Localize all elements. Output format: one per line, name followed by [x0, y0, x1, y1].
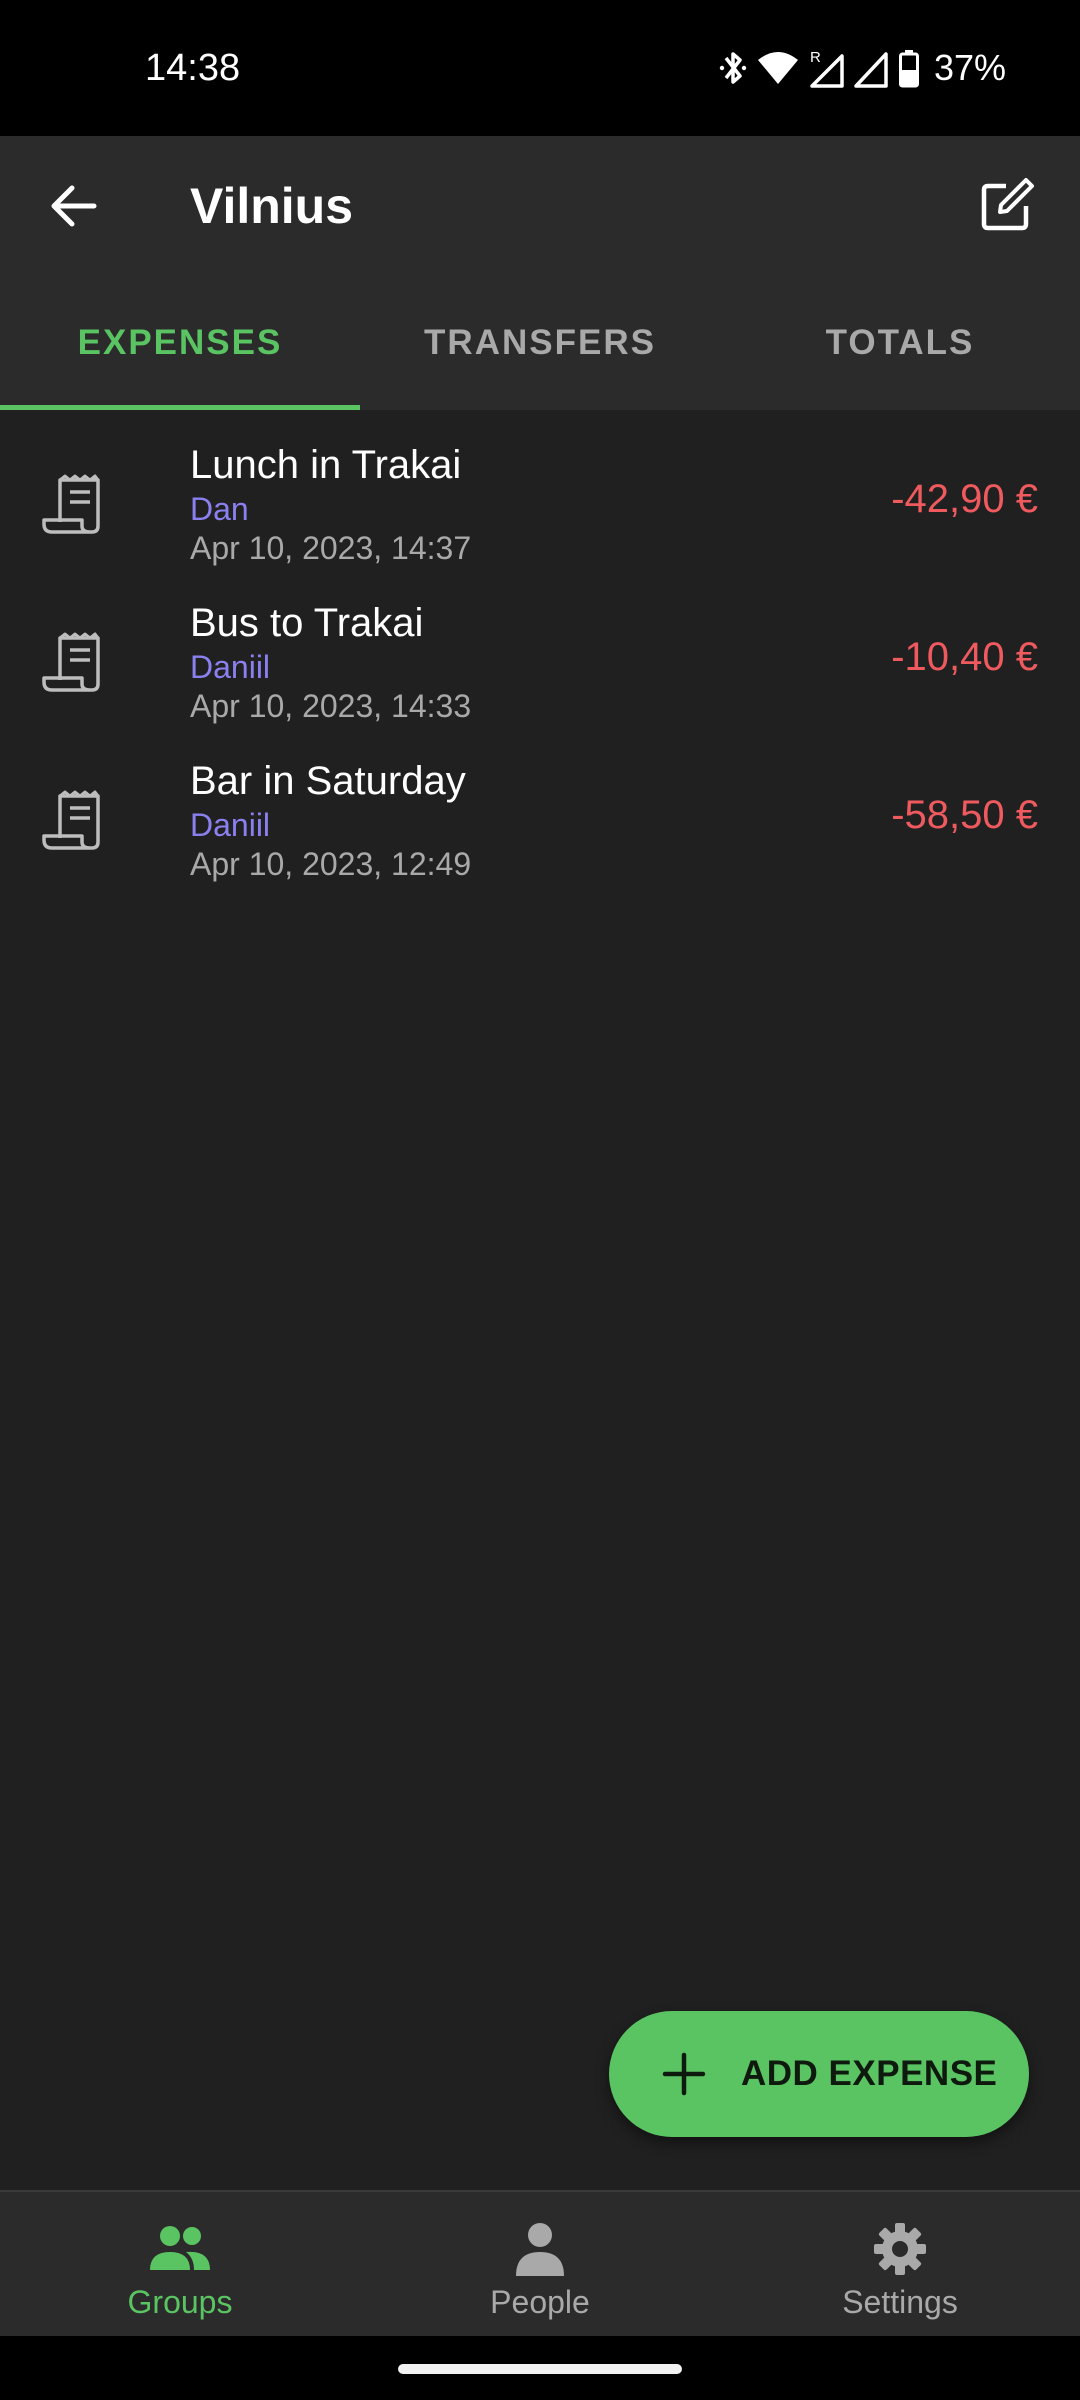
add-expense-label: ADD EXPENSE: [741, 2054, 998, 2093]
expense-amount: -58,50 €: [891, 793, 1038, 837]
bottom-navigation: Groups People Settings: [0, 2190, 1080, 2338]
back-button[interactable]: [38, 170, 110, 242]
expense-title: Bus to Trakai: [190, 601, 424, 645]
expense-list: Lunch in Trakai Dan Apr 10, 2023, 14:37 …: [0, 410, 1080, 914]
person-icon: [516, 2223, 564, 2276]
nav-item-groups[interactable]: Groups: [0, 2192, 360, 2338]
status-icons: R 37%: [718, 44, 1006, 92]
edit-group-button[interactable]: [970, 170, 1042, 242]
tab-bar: EXPENSES TRANSFERS TOTALS: [0, 276, 1080, 410]
gear-icon: [874, 2223, 926, 2275]
receipt-icon: [42, 790, 100, 850]
expense-date: Apr 10, 2023, 14:37: [190, 530, 472, 566]
nav-item-settings[interactable]: Settings: [720, 2192, 1080, 2338]
expense-item[interactable]: Bar in Saturday Daniil Apr 10, 2023, 12:…: [0, 756, 1080, 914]
app-screen: 14:38 R 37% Vilnius EXPENSES TRANSFERS T…: [0, 0, 1080, 2400]
arrow-back-icon: [51, 185, 97, 227]
status-time: 14:38: [145, 47, 241, 89]
tab-transfers[interactable]: TRANSFERS: [360, 276, 720, 410]
nav-label-people: People: [490, 2284, 590, 2320]
edit-icon: [981, 178, 1034, 231]
tab-expenses[interactable]: EXPENSES: [0, 276, 360, 410]
receipt-icon: [42, 632, 100, 692]
expense-date: Apr 10, 2023, 14:33: [190, 688, 472, 724]
groups-icon: [150, 2226, 210, 2270]
plus-icon: [662, 2052, 706, 2096]
nav-label-settings: Settings: [842, 2284, 958, 2320]
expense-title: Bar in Saturday: [190, 759, 466, 803]
expense-title: Lunch in Trakai: [190, 443, 462, 487]
tab-totals[interactable]: TOTALS: [720, 276, 1080, 410]
expense-details: Bus to Trakai Daniil Apr 10, 2023, 14:33: [190, 598, 471, 726]
gesture-bar: [0, 2336, 1080, 2400]
roaming-signal-icon: R: [810, 49, 844, 88]
receipt-icon: [42, 474, 100, 534]
home-gesture-handle[interactable]: [398, 2364, 682, 2374]
expense-payer: Dan: [190, 491, 249, 527]
expense-details: Lunch in Trakai Dan Apr 10, 2023, 14:37: [190, 440, 471, 568]
expense-item[interactable]: Bus to Trakai Daniil Apr 10, 2023, 14:33…: [0, 598, 1080, 756]
battery-percentage: 37%: [933, 47, 1006, 88]
bluetooth-icon: [719, 52, 747, 84]
nav-label-groups: Groups: [127, 2284, 233, 2320]
expense-amount: -10,40 €: [891, 635, 1038, 679]
page-title: Vilnius: [190, 178, 354, 234]
add-expense-button[interactable]: ADD EXPENSE: [609, 2011, 1029, 2137]
expense-item[interactable]: Lunch in Trakai Dan Apr 10, 2023, 14:37 …: [0, 440, 1080, 598]
expense-payer: Daniil: [190, 649, 271, 685]
battery-icon: [898, 50, 919, 88]
status-bar: 14:38 R 37%: [0, 0, 1080, 136]
expense-amount: -42,90 €: [891, 477, 1038, 521]
signal-icon: [854, 52, 888, 88]
expense-date: Apr 10, 2023, 12:49: [190, 846, 472, 882]
expense-payer: Daniil: [190, 807, 271, 843]
nav-item-people[interactable]: People: [360, 2192, 720, 2338]
app-bar: Vilnius: [0, 136, 1080, 276]
expense-details: Bar in Saturday Daniil Apr 10, 2023, 12:…: [190, 756, 471, 884]
wifi-icon: [757, 52, 798, 84]
svg-text:R: R: [810, 49, 821, 66]
